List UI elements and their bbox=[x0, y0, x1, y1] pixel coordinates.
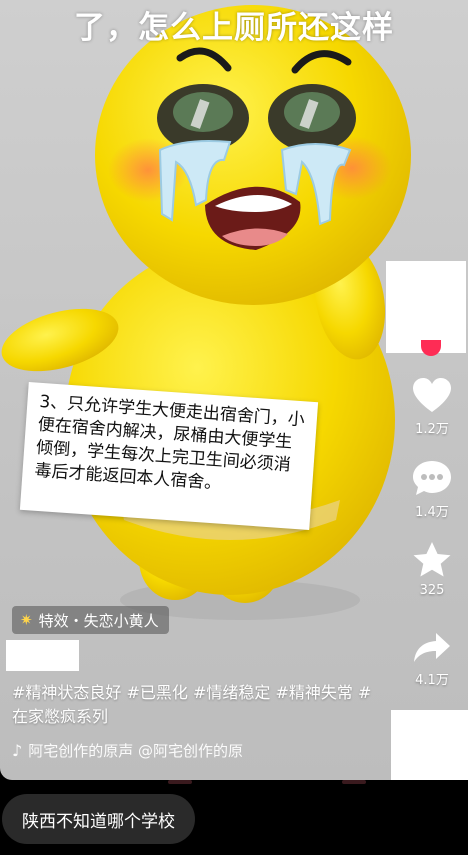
comment-preview-pill[interactable]: 陕西不知道哪个学校 bbox=[2, 794, 195, 844]
tab-indicator-right bbox=[342, 780, 366, 784]
effect-label: 特效・失恋小黄人 bbox=[38, 611, 159, 630]
favorite-count: 325 bbox=[419, 583, 445, 598]
comment-count: 1.4万 bbox=[415, 505, 449, 520]
sparkle-icon: ✷ bbox=[20, 611, 33, 629]
redaction-box-disc bbox=[391, 710, 468, 787]
favorite-button[interactable]: 325 bbox=[398, 541, 466, 598]
share-arrow-icon bbox=[414, 633, 450, 662]
star-icon bbox=[413, 542, 451, 577]
video-text-card: 3、只允许学生大便走出宿舍门，小便在宿舍内解决，尿桶由大便学生倾倒，学生每次上完… bbox=[19, 382, 319, 530]
comment-button[interactable]: 1.4万 bbox=[398, 459, 466, 520]
like-button[interactable]: 1.2万 bbox=[398, 378, 466, 437]
music-note-icon: ♪ bbox=[12, 741, 23, 760]
effect-chip[interactable]: ✷ 特效・失恋小黄人 bbox=[12, 606, 169, 634]
share-button[interactable]: 4.1万 bbox=[398, 631, 466, 688]
comment-preview-text: 陕西不知道哪个学校 bbox=[22, 811, 175, 832]
caption-hashtags[interactable]: #精神状态良好 #已黑化 #情绪稳定 #精神失常 #在家憋疯系列 bbox=[12, 681, 382, 729]
comment-icon bbox=[413, 461, 451, 495]
music-row[interactable]: ♪ 阿宅创作的原声 @阿宅创作的原 bbox=[12, 740, 243, 761]
share-count: 4.1万 bbox=[415, 673, 449, 688]
music-text: 阿宅创作的原声 @阿宅创作的原 bbox=[28, 742, 243, 760]
video-subtitle: 了，怎么上厕所还这样 bbox=[74, 10, 394, 46]
tab-indicator-left bbox=[168, 780, 192, 784]
video-screen: 了，怎么上厕所还这样 3、只允许学生大便走出宿舍门，小便在宿舍内解决，尿桶由大便… bbox=[0, 0, 468, 855]
like-count: 1.2万 bbox=[415, 422, 449, 437]
heart-icon bbox=[413, 378, 451, 412]
redaction-box-username bbox=[6, 640, 79, 671]
